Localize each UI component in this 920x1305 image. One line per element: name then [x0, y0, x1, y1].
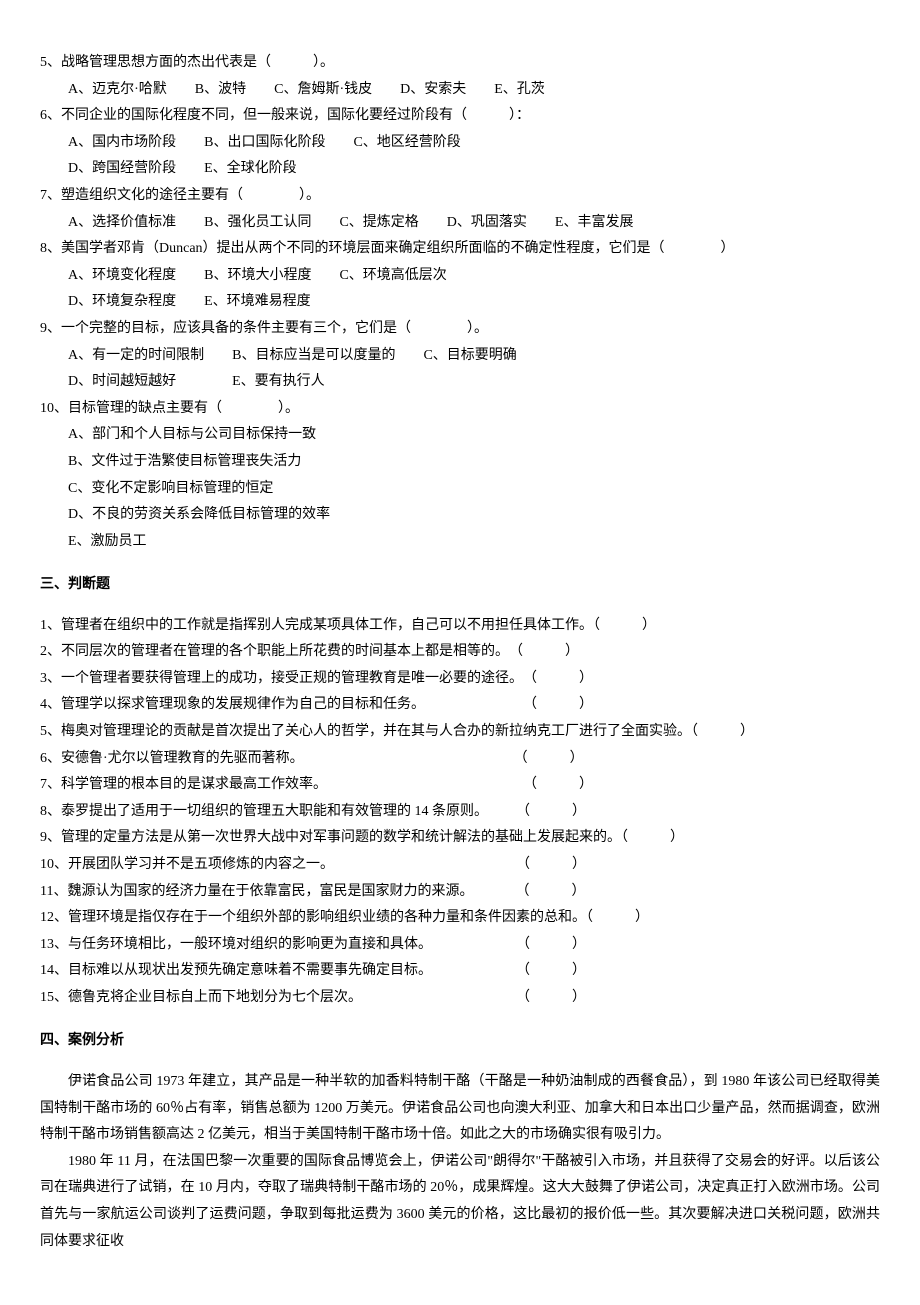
case-paragraph-1: 伊诺食品公司 1973 年建立，其产品是一种半软的加香料特制干酪（干酪是一种奶油… [40, 1069, 880, 1149]
q8-options-1: A、环境变化程度 B、环境大小程度 C、环境高低层次 [40, 263, 880, 290]
question-5: 5、战略管理思想方面的杰出代表是（ ）。 A、迈克尔·哈默 B、波特 C、詹姆斯… [40, 50, 880, 103]
q10-option-a: A、部门和个人目标与公司目标保持一致 [40, 422, 880, 449]
q10-option-c: C、变化不定影响目标管理的恒定 [40, 476, 880, 503]
section-3-title: 三、判断题 [40, 572, 880, 599]
q6-options-2: D、跨国经营阶段 E、全球化阶段 [40, 156, 880, 183]
tf-item-14: 14、目标难以从现状出发预先确定意味着不需要事先确定目标。 （ ） [40, 958, 880, 985]
question-8: 8、美国学者邓肯（Duncan）提出从两个不同的环境层面来确定组织所面临的不确定… [40, 236, 880, 316]
question-10: 10、目标管理的缺点主要有（ ）。 A、部门和个人目标与公司目标保持一致 B、文… [40, 396, 880, 556]
q9-options-2: D、时间越短越好 E、要有执行人 [40, 369, 880, 396]
tf-item-2: 2、不同层次的管理者在管理的各个职能上所花费的时间基本上都是相等的。 （ ） [40, 639, 880, 666]
q9-options-1: A、有一定的时间限制 B、目标应当是可以度量的 C、目标要明确 [40, 343, 880, 370]
tf-item-11: 11、魏源认为国家的经济力量在于依靠富民，富民是国家财力的来源。 （ ） [40, 879, 880, 906]
question-7: 7、塑造组织文化的途径主要有（ ）。 A、选择价值标准 B、强化员工认同 C、提… [40, 183, 880, 236]
case-paragraph-2: 1980 年 11 月，在法国巴黎一次重要的国际食品博览会上，伊诺公司"朗得尔"… [40, 1149, 880, 1255]
question-6: 6、不同企业的国际化程度不同，但一般来说，国际化要经过阶段有（ ）： A、国内市… [40, 103, 880, 183]
question-9: 9、一个完整的目标，应该具备的条件主要有三个，它们是（ ）。 A、有一定的时间限… [40, 316, 880, 396]
tf-item-13: 13、与任务环境相比，一般环境对组织的影响更为直接和具体。 （ ） [40, 932, 880, 959]
q8-stem: 8、美国学者邓肯（Duncan）提出从两个不同的环境层面来确定组织所面临的不确定… [40, 236, 880, 263]
tf-item-5: 5、梅奥对管理理论的贡献是首次提出了关心人的哲学，并在其与人合办的新拉纳克工厂进… [40, 719, 880, 746]
tf-item-8: 8、泰罗提出了适用于一切组织的管理五大职能和有效管理的 14 条原则。 （ ） [40, 799, 880, 826]
tf-item-6: 6、安德鲁·尤尔以管理教育的先驱而著称。 （ ） [40, 746, 880, 773]
q10-option-d: D、不良的劳资关系会降低目标管理的效率 [40, 502, 880, 529]
tf-item-4: 4、管理学以探求管理现象的发展规律作为自己的目标和任务。 （ ） [40, 692, 880, 719]
q7-options: A、选择价值标准 B、强化员工认同 C、提炼定格 D、巩固落实 E、丰富发展 [40, 210, 880, 237]
tf-item-12: 12、管理环境是指仅存在于一个组织外部的影响组织业绩的各种力量和条件因素的总和。… [40, 905, 880, 932]
tf-item-3: 3、一个管理者要获得管理上的成功，接受正规的管理教育是唯一必要的途径。 （ ） [40, 666, 880, 693]
q10-stem: 10、目标管理的缺点主要有（ ）。 [40, 396, 880, 423]
q7-stem: 7、塑造组织文化的途径主要有（ ）。 [40, 183, 880, 210]
q6-options-1: A、国内市场阶段 B、出口国际化阶段 C、地区经营阶段 [40, 130, 880, 157]
tf-item-1: 1、管理者在组织中的工作就是指挥别人完成某项具体工作，自己可以不用担任具体工作。… [40, 613, 880, 640]
q9-stem: 9、一个完整的目标，应该具备的条件主要有三个，它们是（ ）。 [40, 316, 880, 343]
q8-options-2: D、环境复杂程度 E、环境难易程度 [40, 289, 880, 316]
tf-item-10: 10、开展团队学习并不是五项修炼的内容之一。 （ ） [40, 852, 880, 879]
q6-stem: 6、不同企业的国际化程度不同，但一般来说，国际化要经过阶段有（ ）： [40, 103, 880, 130]
section-4-title: 四、案例分析 [40, 1028, 880, 1055]
q10-option-b: B、文件过于浩繁使目标管理丧失活力 [40, 449, 880, 476]
tf-item-15: 15、德鲁克将企业目标自上而下地划分为七个层次。 （ ） [40, 985, 880, 1012]
q5-options: A、迈克尔·哈默 B、波特 C、詹姆斯·钱皮 D、安索夫 E、孔茨 [40, 77, 880, 104]
tf-item-7: 7、科学管理的根本目的是谋求最高工作效率。 （ ） [40, 772, 880, 799]
q10-option-e: E、激励员工 [40, 529, 880, 556]
q5-stem: 5、战略管理思想方面的杰出代表是（ ）。 [40, 50, 880, 77]
tf-item-9: 9、管理的定量方法是从第一次世界大战中对军事问题的数学和统计解法的基础上发展起来… [40, 825, 880, 852]
true-false-list: 1、管理者在组织中的工作就是指挥别人完成某项具体工作，自己可以不用担任具体工作。… [40, 613, 880, 1012]
